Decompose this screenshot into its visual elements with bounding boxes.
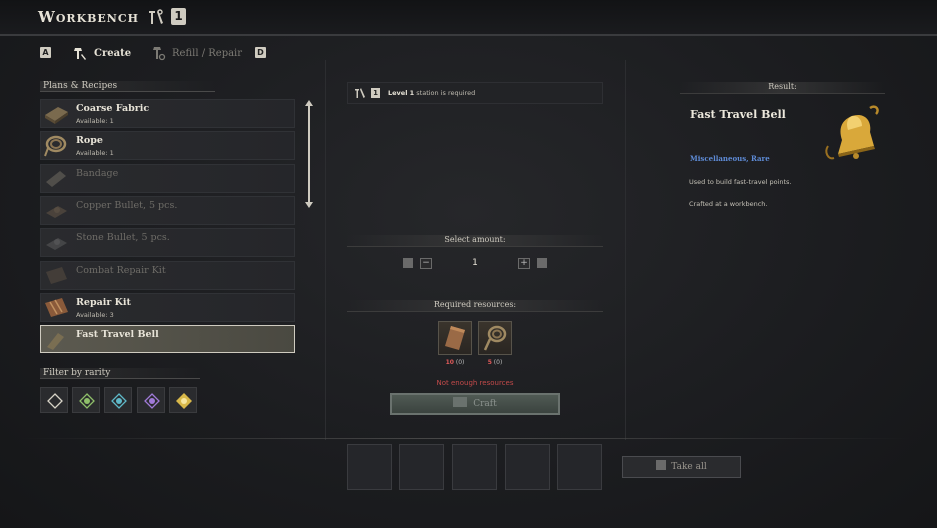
result-category: Miscellaneous, Rare bbox=[690, 154, 770, 163]
fabric-icon bbox=[445, 326, 465, 350]
recipe-name: Repair Kit bbox=[76, 297, 131, 308]
key-hint-left: A bbox=[40, 47, 51, 58]
recipe-name: Coarse Fabric bbox=[76, 103, 150, 114]
workbench-level-badge: 1 bbox=[171, 8, 186, 25]
recipe-name: Copper Bullet, 5 pcs. bbox=[76, 200, 178, 211]
resource-have: (0) bbox=[493, 359, 503, 366]
recipe-name: Fast Travel Bell bbox=[76, 329, 159, 340]
resource-slot-rope[interactable] bbox=[478, 321, 512, 355]
result-crafted-at: Crafted at a workbench. bbox=[689, 200, 768, 208]
resource-need: 10 bbox=[445, 359, 454, 366]
recipe-availability: Available: 1 bbox=[76, 117, 114, 125]
craft-label: Craft bbox=[473, 399, 497, 409]
output-slot[interactable] bbox=[347, 444, 392, 490]
output-slot[interactable] bbox=[399, 444, 444, 490]
divider-right bbox=[625, 60, 626, 440]
craft-key-icon bbox=[453, 397, 468, 407]
output-slot[interactable] bbox=[557, 444, 602, 490]
recipe-combat-repair-kit[interactable]: Combat Repair Kit bbox=[40, 261, 295, 290]
take-all-label: Take all bbox=[671, 462, 707, 472]
copper-bullet-icon bbox=[46, 206, 67, 218]
bell-icon bbox=[47, 333, 64, 350]
resource-slot-fabric[interactable] bbox=[438, 321, 472, 355]
legendary-gem-icon bbox=[176, 393, 192, 409]
divider-left bbox=[325, 60, 326, 440]
recipe-stone-bullet[interactable]: Stone Bullet, 5 pcs. bbox=[40, 228, 295, 257]
recipe-availability: Available: 3 bbox=[76, 311, 114, 319]
bandage-icon bbox=[46, 171, 66, 187]
output-slot[interactable] bbox=[452, 444, 497, 490]
resource-count-fabric: 10 (0) bbox=[438, 359, 472, 366]
recipe-fast-travel-bell[interactable]: Fast Travel Bell bbox=[40, 325, 295, 353]
recipe-copper-bullet[interactable]: Copper Bullet, 5 pcs. bbox=[40, 196, 295, 225]
recipe-availability: Available: 1 bbox=[76, 149, 114, 157]
recipe-name: Rope bbox=[76, 135, 103, 146]
station-requirement: 1 Level 1 station is required bbox=[347, 82, 603, 104]
amount-value[interactable]: 1 bbox=[466, 258, 484, 268]
title-bar bbox=[0, 0, 937, 36]
station-level-badge: 1 bbox=[371, 88, 380, 98]
station-requirement-suffix: station is required bbox=[414, 89, 476, 97]
divider-bottom bbox=[20, 438, 910, 439]
recipe-name: Combat Repair Kit bbox=[76, 265, 166, 276]
result-title: Fast Travel Bell bbox=[690, 108, 786, 121]
recipe-name: Bandage bbox=[76, 168, 119, 179]
tab-create-label: Create bbox=[94, 47, 132, 59]
rope-icon bbox=[483, 325, 507, 351]
fabric-icon bbox=[45, 107, 68, 124]
amount-decrease-button[interactable]: − bbox=[420, 258, 432, 269]
recipe-name: Stone Bullet, 5 pcs. bbox=[76, 232, 170, 243]
amount-increase-button[interactable]: + bbox=[518, 258, 530, 269]
plans-heading: Plans & Recipes bbox=[40, 81, 215, 92]
amount-decrease-key-icon bbox=[403, 258, 413, 268]
filter-uncommon-button[interactable] bbox=[72, 387, 100, 413]
bell-icon bbox=[825, 105, 879, 160]
recipe-scrollbar[interactable] bbox=[305, 100, 313, 208]
combat-repair-kit-icon bbox=[46, 267, 67, 284]
key-hint-right: D bbox=[255, 47, 266, 58]
epic-gem-icon bbox=[144, 393, 160, 409]
station-level-text: Level 1 bbox=[388, 89, 415, 97]
page-title: Workbench bbox=[38, 8, 140, 26]
not-enough-warning: Not enough resources bbox=[436, 379, 514, 387]
craft-button[interactable]: Craft bbox=[390, 393, 560, 415]
filter-heading: Filter by rarity bbox=[40, 368, 200, 379]
diamond-icon bbox=[47, 393, 63, 409]
recipe-bandage[interactable]: Bandage bbox=[40, 164, 295, 193]
amount-increase-key-icon bbox=[537, 258, 547, 268]
result-heading: Result: bbox=[680, 82, 885, 94]
tab-create[interactable]: Create bbox=[72, 44, 131, 62]
uncommon-gem-icon bbox=[79, 393, 95, 409]
recipe-rope[interactable]: Rope Available: 1 bbox=[40, 131, 295, 160]
recipe-coarse-fabric[interactable]: Coarse Fabric Available: 1 bbox=[40, 99, 295, 128]
resources-heading: Required resources: bbox=[347, 300, 603, 312]
resource-have: (0) bbox=[455, 359, 465, 366]
take-all-button[interactable]: Take all bbox=[622, 456, 741, 478]
result-description: Used to build fast-travel points. bbox=[689, 178, 792, 186]
output-slot[interactable] bbox=[505, 444, 550, 490]
resource-count-rope: 5 (0) bbox=[478, 359, 512, 366]
filter-epic-button[interactable] bbox=[137, 387, 165, 413]
rare-gem-icon bbox=[111, 393, 127, 409]
repair-hammer-icon bbox=[153, 47, 166, 61]
filter-legendary-button[interactable] bbox=[169, 387, 197, 413]
resource-need: 5 bbox=[487, 359, 492, 366]
filter-common-button[interactable] bbox=[40, 387, 68, 413]
filter-rare-button[interactable] bbox=[104, 387, 132, 413]
stone-bullet-icon bbox=[46, 238, 67, 250]
repair-kit-icon bbox=[45, 298, 68, 317]
rope-icon bbox=[44, 135, 67, 157]
tab-refill-label: Refill / Repair bbox=[172, 47, 243, 59]
amount-heading: Select amount: bbox=[347, 235, 603, 247]
workbench-tools-icon bbox=[149, 9, 163, 24]
take-all-key-icon bbox=[656, 460, 667, 470]
hammer-icon bbox=[74, 48, 86, 60]
tab-refill-repair[interactable]: Refill / Repair bbox=[150, 44, 242, 62]
recipe-repair-kit[interactable]: Repair Kit Available: 3 bbox=[40, 293, 295, 322]
workbench-tools-icon bbox=[355, 88, 365, 98]
station-requirement-text: Level 1 station is required bbox=[388, 89, 475, 97]
